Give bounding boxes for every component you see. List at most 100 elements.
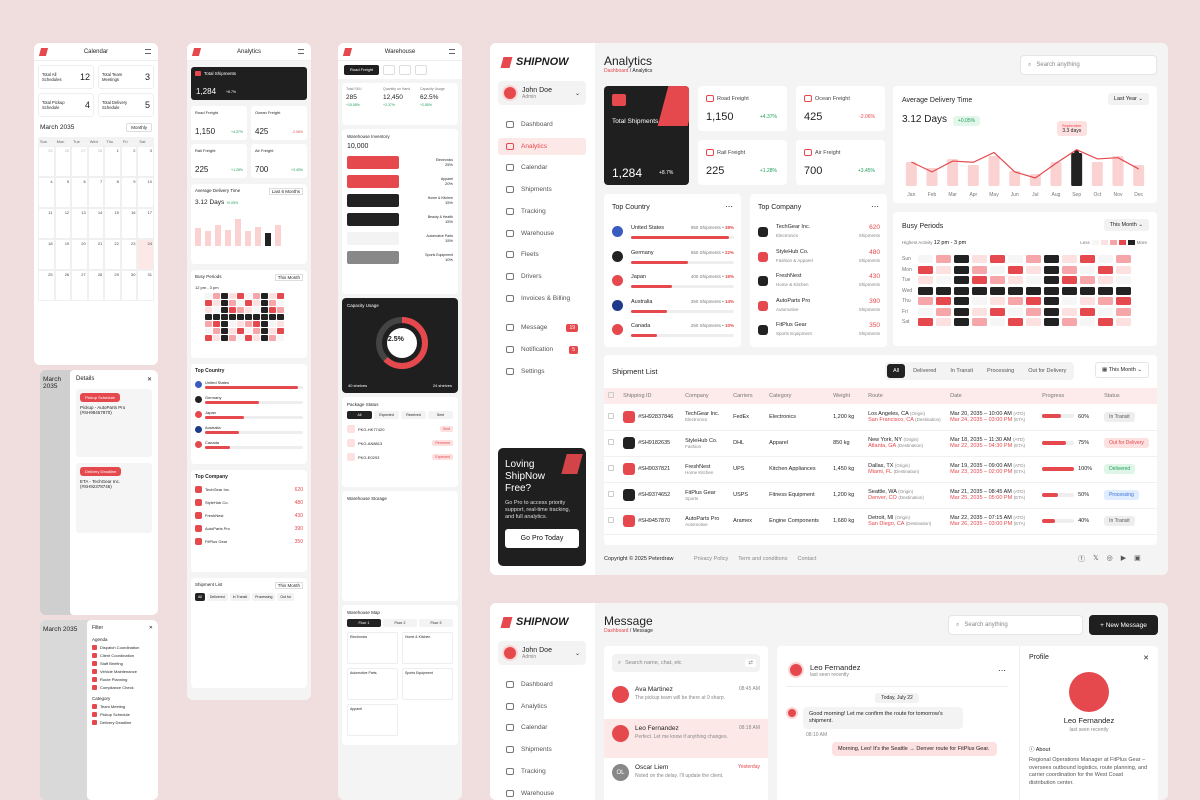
- calendar-day[interactable]: 18: [38, 239, 55, 270]
- zone-block[interactable]: Home & Kitchen: [402, 632, 453, 664]
- sidebar-item-dashboard[interactable]: Dashboard: [498, 676, 586, 693]
- breadcrumb-dashboard[interactable]: Dashboard: [604, 628, 628, 634]
- checkbox[interactable]: [92, 661, 97, 666]
- footer-link[interactable]: Term and conditions: [738, 556, 787, 562]
- calendar-day[interactable]: 15: [104, 208, 121, 239]
- calendar-day[interactable]: 7: [87, 177, 105, 208]
- new-message-button[interactable]: + New Message: [1089, 615, 1158, 635]
- view-select[interactable]: Monthly: [126, 123, 152, 132]
- close-icon[interactable]: ✕: [149, 625, 153, 631]
- breadcrumb-dashboard[interactable]: Dashboard: [604, 68, 628, 74]
- sidebar-item-analytics[interactable]: Analytics: [498, 137, 586, 155]
- column-header[interactable]: Company: [681, 388, 730, 404]
- tab-processing[interactable]: Processing: [252, 593, 276, 601]
- event-card[interactable]: Delivery Deadline ETA - TechGear Inc. (#…: [76, 463, 152, 533]
- calendar-day[interactable]: 28: [87, 270, 105, 301]
- user-menu[interactable]: John Doe Admin ⌄: [498, 81, 586, 105]
- checkbox[interactable]: [92, 645, 97, 650]
- range-select[interactable]: This Month ⌄: [1103, 219, 1149, 231]
- range-select[interactable]: Last Year ⌄: [1107, 93, 1149, 105]
- range-select[interactable]: Last 6 Months: [268, 188, 303, 195]
- sidebar-item-warehouse[interactable]: Warehouse: [498, 785, 586, 800]
- calendar-day[interactable]: 24: [137, 239, 154, 270]
- calendar-day[interactable]: 19: [54, 239, 72, 270]
- checkbox[interactable]: [92, 720, 97, 725]
- chat-item[interactable]: Leo Fernandez 08:18 AM Perfect. Let me kno…: [604, 719, 768, 758]
- calendar-day[interactable]: 31: [137, 270, 154, 301]
- sidebar-item-settings[interactable]: Settings: [498, 363, 586, 380]
- calendar-day[interactable]: 1: [104, 146, 121, 177]
- tab-floor[interactable]: Floor 1: [347, 619, 381, 627]
- table-row[interactable]: #SH92837846 TechGear Inc. Electronics FedEx…: [604, 404, 1157, 431]
- header-checkbox[interactable]: [604, 388, 620, 404]
- chat-search-input[interactable]: ⌕ Search name, chat, etc ⇄: [612, 654, 760, 672]
- sidebar-item-calendar[interactable]: Calendar: [498, 159, 586, 176]
- close-icon[interactable]: ✕: [147, 376, 152, 383]
- calendar-day[interactable]: 4: [38, 177, 55, 208]
- calendar-day[interactable]: 28: [87, 146, 105, 177]
- calendar-day[interactable]: 8: [104, 177, 121, 208]
- table-row[interactable]: #SH9374652 FitPlus Gear Sports USPS Fitness …: [604, 482, 1157, 509]
- table-row[interactable]: #SH9182635 StyleHub Co. Fashion DHL Apparel 8…: [604, 430, 1157, 457]
- tab-all[interactable]: All: [887, 364, 906, 378]
- agenda-option[interactable]: Client Coordination: [92, 653, 153, 658]
- search-input[interactable]: ⌕ Search anything: [1020, 55, 1157, 75]
- agenda-option[interactable]: Route Planning: [92, 677, 153, 682]
- go-pro-button[interactable]: Go Pro Today: [505, 529, 579, 548]
- calendar-day[interactable]: 27: [71, 270, 88, 301]
- checkbox[interactable]: [608, 439, 614, 445]
- instagram-icon[interactable]: ◎: [1107, 554, 1113, 564]
- range-select[interactable]: ▦ This Month ⌄: [1095, 362, 1149, 378]
- agenda-option[interactable]: Staff Briefing: [92, 661, 153, 666]
- footer-link[interactable]: Privacy Policy: [694, 556, 728, 562]
- sidebar-item-shipments[interactable]: Shipments: [498, 741, 586, 758]
- table-row[interactable]: #SH9037821 FreshNest Home Kitchen UPS Kitche…: [604, 456, 1157, 483]
- calendar-day[interactable]: 30: [120, 270, 138, 301]
- menu-icon[interactable]: [449, 49, 455, 54]
- filter-icon[interactable]: ⇄: [745, 659, 756, 667]
- x-icon[interactable]: 𝕏: [1093, 554, 1099, 564]
- youtube-icon[interactable]: ▶: [1121, 554, 1126, 564]
- tab-out-for-delivery[interactable]: Out for Delivery: [1022, 364, 1072, 378]
- tab-all[interactable]: All: [347, 411, 372, 419]
- agenda-option[interactable]: Vehicle Maintenance: [92, 669, 153, 674]
- sidebar-item-calendar[interactable]: Calendar: [498, 719, 586, 736]
- more-icon[interactable]: ⋯: [998, 666, 1006, 675]
- calendar-day[interactable]: 12: [54, 208, 72, 239]
- checkbox[interactable]: [92, 712, 97, 717]
- tab-in-transit[interactable]: In Transit: [944, 364, 979, 378]
- agenda-option[interactable]: Compliance Check: [92, 685, 153, 690]
- checkbox[interactable]: [92, 669, 97, 674]
- column-header[interactable]: Route: [864, 388, 947, 404]
- menu-icon[interactable]: [145, 49, 151, 54]
- sidebar-item-fleets[interactable]: Fleets: [498, 246, 586, 263]
- calendar-day[interactable]: 10: [137, 177, 154, 208]
- calendar-day[interactable]: 21: [87, 239, 105, 270]
- menu-icon[interactable]: [298, 49, 304, 54]
- calendar-day[interactable]: 22: [104, 239, 121, 270]
- sidebar-item-shipments[interactable]: Shipments: [498, 181, 586, 198]
- column-header[interactable]: Date: [946, 388, 1039, 404]
- calendar-day[interactable]: 13: [71, 208, 88, 239]
- tab-sent[interactable]: Sent: [428, 411, 453, 419]
- facebook-icon[interactable]: ⓕ: [1078, 554, 1085, 564]
- sidebar-item-tracking[interactable]: Tracking: [498, 763, 586, 780]
- tab-received[interactable]: Received: [401, 411, 426, 419]
- calendar-day[interactable]: 16: [120, 208, 138, 239]
- zone-block[interactable]: Electronics: [347, 632, 398, 664]
- checkbox[interactable]: [92, 677, 97, 682]
- range-select[interactable]: This Month: [274, 582, 303, 589]
- package-row[interactable]: PKG-E0293 Expected: [347, 453, 453, 461]
- tab-icon[interactable]: [383, 65, 396, 75]
- column-header[interactable]: Weight: [829, 388, 865, 404]
- sidebar-item-dashboard[interactable]: Dashboard: [498, 116, 586, 133]
- sidebar-item-warehouse[interactable]: Warehouse: [498, 225, 586, 242]
- linkedin-icon[interactable]: ▣: [1134, 554, 1141, 564]
- tab-floor[interactable]: Floor 3: [419, 619, 453, 627]
- sidebar-item-message[interactable]: Message 19: [498, 319, 586, 336]
- category-option[interactable]: Team Meeting: [92, 704, 153, 709]
- tab-icon[interactable]: [415, 65, 428, 75]
- month-label[interactable]: March 2035: [40, 124, 74, 131]
- calendar-day[interactable]: 2: [120, 146, 138, 177]
- user-menu[interactable]: John Doe Admin ⌄: [498, 641, 586, 665]
